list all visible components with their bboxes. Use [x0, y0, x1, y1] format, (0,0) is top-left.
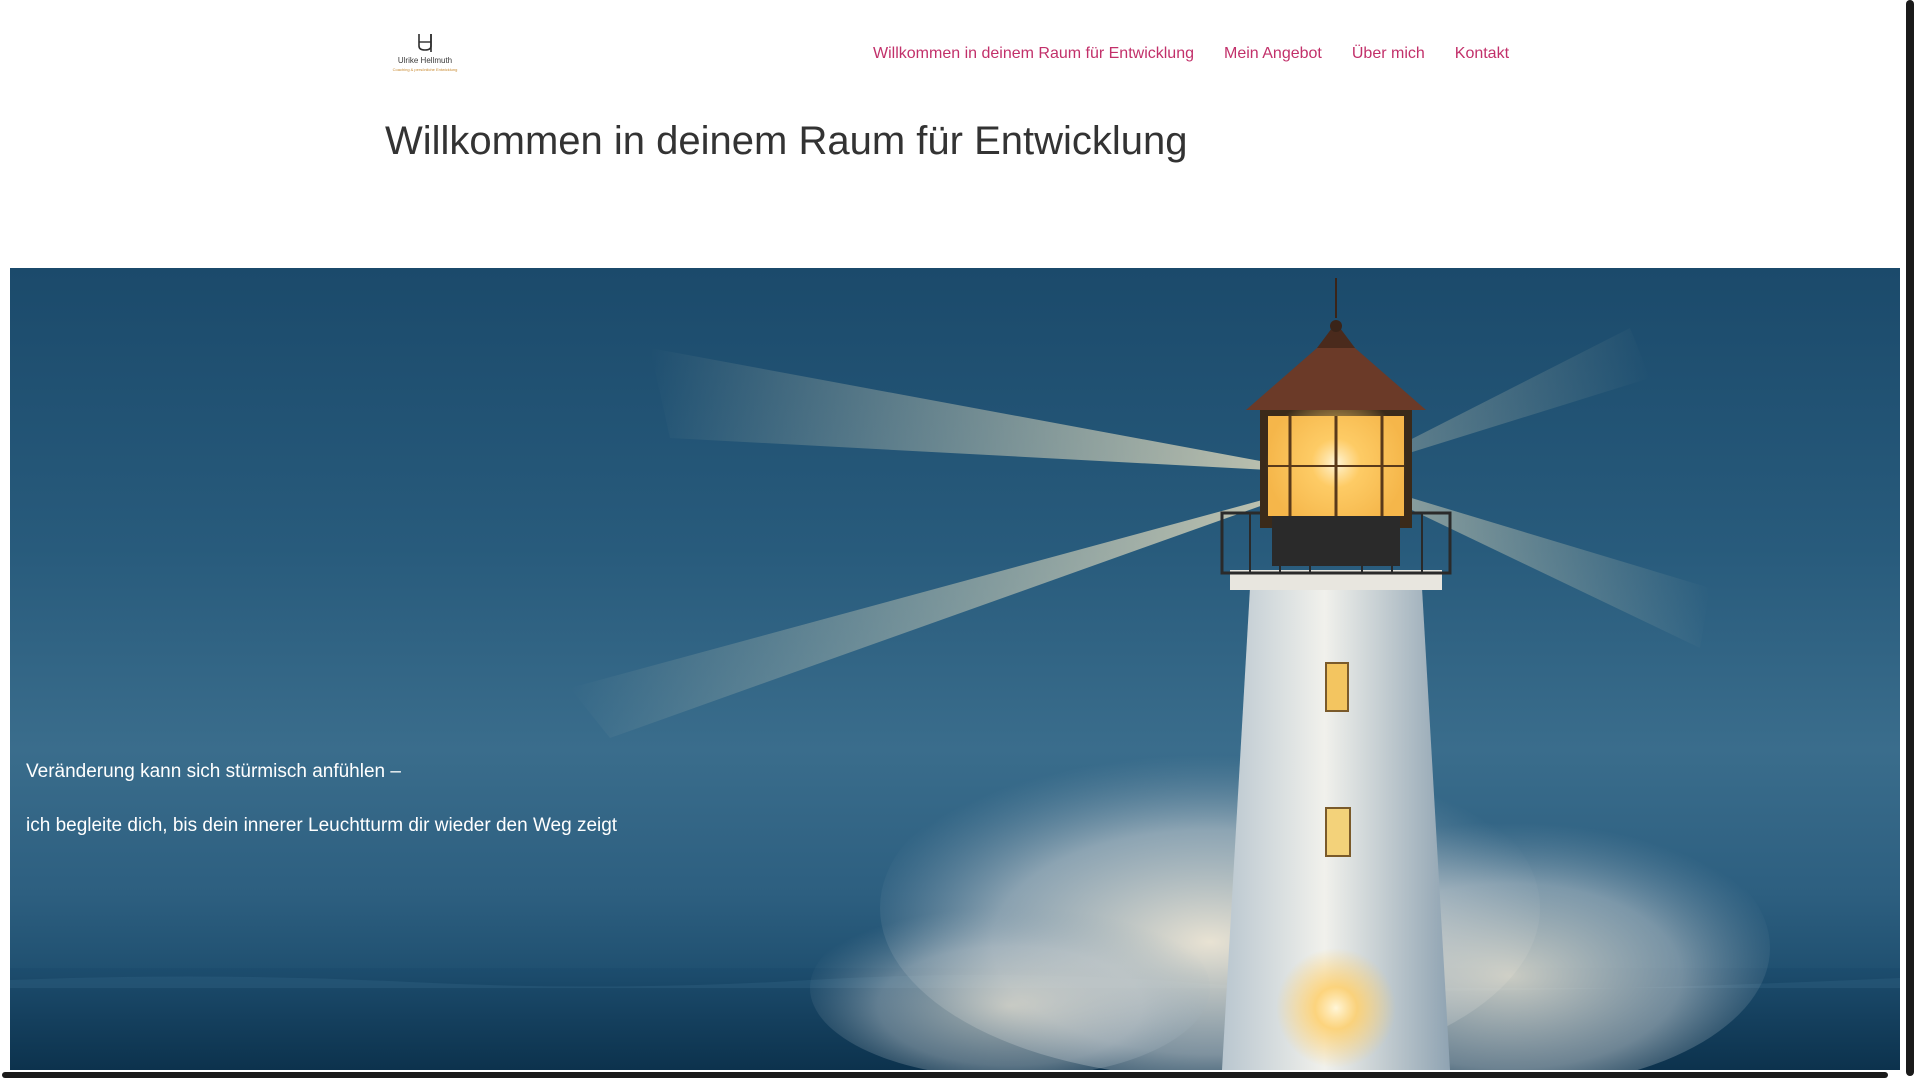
main-nav: Willkommen in deinem Raum für Entwicklun…	[873, 44, 1509, 64]
horizontal-scrollbar[interactable]	[0, 1070, 1900, 1080]
logo-tagline: Coaching & persönliche Entwicklung	[392, 67, 458, 72]
hero-section: Veränderung kann sich stürmisch anfühlen…	[10, 268, 1900, 1070]
browser-viewport: Ulrike Hellmuth Coaching & persönliche E…	[0, 0, 1920, 1080]
site-header: Ulrike Hellmuth Coaching & persönliche E…	[0, 0, 1900, 110]
hero-text-line-2: ich begleite dich, bis dein innerer Leuc…	[26, 815, 618, 836]
logo-name: Ulrike Hellmuth	[397, 56, 453, 65]
vertical-scrollbar[interactable]	[1900, 0, 1920, 1080]
nav-item-mein-angebot[interactable]: Mein Angebot	[1224, 44, 1322, 64]
nav-item-ueber-mich[interactable]: Über mich	[1352, 44, 1425, 64]
vertical-scrollbar-thumb[interactable]	[1906, 0, 1914, 1076]
nav-item-kontakt[interactable]: Kontakt	[1455, 44, 1509, 64]
uh-monogram-icon	[418, 34, 432, 52]
lighthouse-storm-image	[10, 278, 1900, 1070]
hero-text-line-1: Veränderung kann sich stürmisch anfühlen…	[26, 761, 401, 782]
horizontal-scrollbar-thumb[interactable]	[2, 1072, 1888, 1078]
page-title: Willkommen in deinem Raum für Entwicklun…	[385, 119, 1188, 163]
site-logo[interactable]: Ulrike Hellmuth Coaching & persönliche E…	[389, 26, 461, 84]
nav-item-willkommen[interactable]: Willkommen in deinem Raum für Entwicklun…	[873, 44, 1194, 64]
